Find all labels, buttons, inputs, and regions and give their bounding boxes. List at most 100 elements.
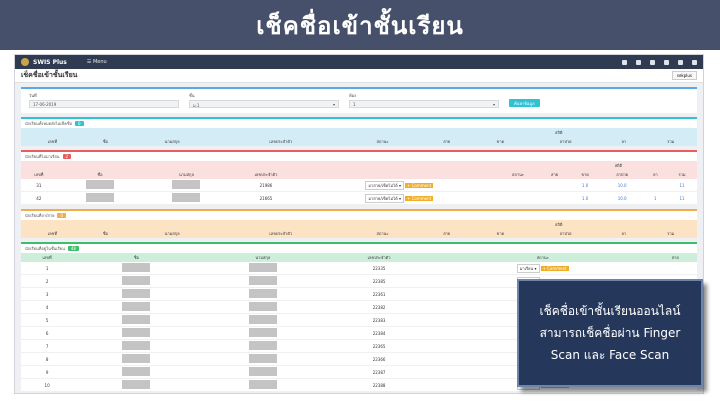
panel-header: นักเรียนที่ลา/สาย 0 [21,211,697,220]
stat-cell: 11 [667,179,697,192]
panel-title: นักเรียนที่อยู่ในชั้นเรียน [25,246,65,251]
level-group: ชั้น ม.1 ▾ [189,92,339,110]
row-no: 9 [21,365,74,379]
user-icon[interactable] [678,59,683,65]
row-id: 22361 [326,287,433,301]
col-leave: ลา [652,172,658,177]
panel-not-checked: นักเรียนทั้งหมดยังไม่เช็คชื่อ 0 สถิติ เล… [21,117,697,146]
level-select[interactable]: ม.1 ▾ [189,100,339,108]
student-photo [122,276,151,285]
row-id: 21986 [229,179,303,192]
col-id: เลขประจำตัว [254,172,278,177]
col-id: เลขประจำตัว [367,255,391,260]
stat-cell: 10.0 [600,191,644,205]
stat-cell: 10.0 [600,179,644,192]
col-late: สาย [443,231,451,236]
stat-cell: 1.0 [569,191,601,205]
status-select[interactable]: มาเรียน ▾ [516,263,540,273]
student-name-redacted [248,289,277,298]
comment-button[interactable]: + Comment [404,195,434,201]
flag-icon[interactable] [622,59,627,65]
row-no: 3 [21,287,74,301]
comment-label: Comment [411,195,432,201]
status-select[interactable]: มาสาย/เช็คไม่ได้ ▾ [365,180,404,190]
count-badge: 48 [67,246,79,251]
col-total: รวม [667,231,675,236]
col-leave: ลา [621,139,627,144]
row-id: 22335 [326,262,433,275]
student-photo [122,328,151,337]
student-name-redacted [248,263,277,272]
status-select[interactable]: มาสาย/เช็คไม่ได้ ▾ [365,193,404,203]
col-no: เลขที่ [47,231,57,236]
app-logo-icon [21,58,29,66]
logout-icon[interactable] [692,59,697,65]
absent-table: สถิติ เลขที่ ชื่อ นามสกุล เลขประจำตัว สถ… [21,161,697,205]
student-name-redacted [172,180,201,189]
panel-header: นักเรียนทั้งหมดยังไม่เช็คชื่อ 0 [21,119,697,128]
comment-label: Comment [547,265,567,271]
callout-line-3: Scan และ Face Scan [550,348,670,362]
search-icon[interactable] [650,59,655,65]
panel-title: นักเรียนทั้งหมดยังไม่เช็คชื่อ [25,121,73,126]
col-id: เลขประจำตัว [269,139,293,144]
student-name-redacted [248,315,277,324]
row-id: 22388 [326,378,433,392]
student-photo [122,315,151,324]
date-field[interactable]: 17-06-2019 [29,100,179,108]
col-status: สถานะ [512,172,524,177]
callout-line-2: สามารถเช็คชื่อผ่าน Finger [539,326,681,340]
stat-cell [643,179,668,192]
app-topbar: SWIS Plus ☰ Menu [15,55,703,69]
panel-title: นักเรียนที่ลา/สาย [25,213,55,218]
mail-icon[interactable] [636,59,641,65]
room-select[interactable]: 1 ▾ [349,100,499,108]
header-select[interactable]: sekplus [671,71,697,80]
student-name-redacted [248,380,277,389]
stat-cell: 1.0 [569,179,601,192]
menu-button[interactable]: ☰ Menu [87,59,107,65]
date-label: วันที่ [29,93,37,98]
table-row: 31 21986 มาสาย/เช็คไม่ได้ ▾ + Comment 1.0… [21,179,697,192]
col-first: ชื่อ [97,172,103,177]
count-badge: 2 [62,154,72,159]
col-first: ชื่อ [102,231,108,236]
panel-header: นักเรียนที่อยู่ในชั้นเรียน 48 [21,244,697,253]
comment-button[interactable]: + Comment [540,265,569,271]
col-absent: ขาด [496,231,505,236]
col-status: สถานะ [376,139,389,144]
row-no: 10 [21,378,74,392]
room-label: ห้อง [349,93,356,98]
row-no: 2 [21,274,74,288]
date-group: วันที่ 17-06-2019 [29,92,179,110]
comment-label: Comment [411,182,432,188]
row-id: 22365 [326,339,433,353]
panel-leave: นักเรียนที่ลา/สาย 0 สถิติ เลขที่ ชื่อ นา… [21,209,697,238]
table-row: 42 21665 มาสาย/เช็คไม่ได้ ▾ + Comment 1.0… [21,191,697,205]
stat-header: สถิติ [555,130,563,135]
col-last: นามสกุล [255,255,271,260]
col-absent: ขาด [496,139,505,144]
count-badge: 0 [57,213,67,218]
col-absent: ขาด [581,172,589,177]
row-id: 22387 [326,365,433,379]
row-no: 8 [21,352,74,366]
row-id: 22382 [326,300,433,314]
row-no: 4 [21,300,74,314]
level-value: ม.1 [193,103,200,108]
student-photo [122,354,151,363]
student-name-redacted [248,354,277,363]
menu-label: Menu [92,59,107,65]
col-total: รวม [678,172,686,177]
col-late: สาย [671,255,679,260]
info-icon[interactable] [664,59,669,65]
row-id: 22366 [326,352,433,366]
search-button[interactable]: ค้นหาข้อมูล [509,99,540,107]
col-first: ชื่อ [102,139,108,144]
student-photo [85,180,114,189]
student-name-redacted [248,302,277,311]
row-id: 21665 [229,191,303,205]
comment-button[interactable]: + Comment [404,182,434,188]
panel-header: นักเรียนที่ไม่มาเรียน 2 [21,152,697,161]
col-status: สถานะ [536,255,549,260]
